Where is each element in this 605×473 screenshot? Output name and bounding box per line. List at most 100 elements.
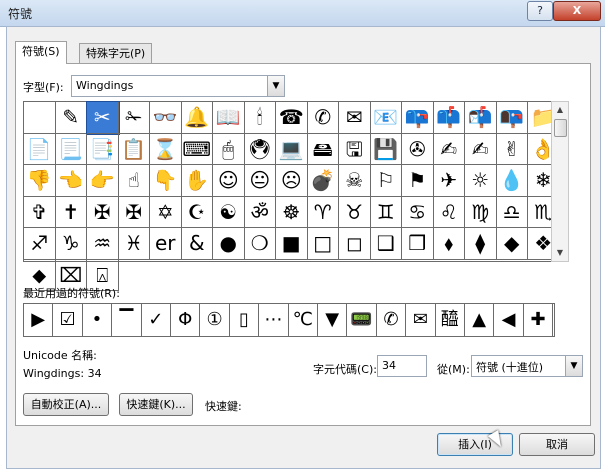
symbol-cell[interactable]: ☺ (213, 165, 245, 197)
symbol-cell[interactable]: ✍ (433, 133, 465, 165)
recent-symbol-cell[interactable]: ◀ (494, 304, 524, 336)
symbol-cell[interactable]: ◻ (339, 228, 371, 260)
symbol-cell[interactable]: 📑 (87, 133, 119, 165)
symbol-cell[interactable]: 👈 (55, 165, 87, 197)
symbol-cell[interactable]: ✍ (465, 133, 497, 165)
symbol-cell[interactable]: 👓 (150, 102, 182, 134)
symbol-cell[interactable]: ☪ (181, 196, 213, 228)
symbol-cell[interactable]: 📧 (370, 102, 402, 134)
symbol-cell[interactable]: 📪 (402, 102, 434, 134)
symbol-cell[interactable]: □ (307, 228, 339, 260)
symbol-cell[interactable]: ⌨ (181, 133, 213, 165)
chevron-down-icon[interactable]: ▼ (267, 76, 284, 96)
recent-symbol-cell[interactable]: ℃ (289, 304, 318, 336)
symbol-cell[interactable]: 😐 (244, 165, 276, 197)
symbol-cell[interactable]: 📄 (24, 133, 56, 165)
symbol-cell[interactable]: er (150, 228, 182, 260)
symbol-cell[interactable]: ✋ (181, 165, 213, 197)
symbol-cell[interactable]: ☝ (118, 165, 150, 197)
symbol-cell[interactable]: 💻 (276, 133, 308, 165)
symbol-cell[interactable]: ✌ (496, 133, 528, 165)
symbol-cell[interactable]: 💾 (370, 133, 402, 165)
recent-symbol-cell[interactable]: ▲ (465, 304, 495, 336)
symbol-cell[interactable]: ✎ (55, 102, 87, 134)
symbol-cell[interactable]: 🖴 (307, 133, 339, 165)
symbol-cell[interactable]: ☸ (276, 196, 308, 228)
help-button[interactable]: ? (527, 1, 553, 21)
symbol-cell[interactable]: 👎 (24, 165, 56, 197)
symbol-cell[interactable]: ♓ (118, 228, 150, 260)
font-select[interactable]: Wingdings ▼ (71, 75, 285, 97)
symbol-cell[interactable]: ⚑ (402, 165, 434, 197)
symbol-cell[interactable]: 📃 (55, 133, 87, 165)
symbol-cell[interactable]: ♌ (433, 196, 465, 228)
recent-symbol-cell[interactable]: ① (200, 304, 230, 336)
recent-symbol-cell[interactable]: Φ (171, 304, 201, 336)
symbol-cell[interactable]: ❑ (370, 228, 402, 260)
symbol-cell[interactable]: 🔔 (181, 102, 213, 134)
recent-symbol-cell[interactable]: ☑ (53, 304, 83, 336)
recent-symbol-cell[interactable]: • (83, 304, 113, 336)
symbol-cell[interactable]: ♊ (370, 196, 402, 228)
symbol-cell[interactable]: ⬧ (433, 228, 465, 260)
recent-symbol-cell[interactable]: ⋯ (259, 304, 289, 336)
symbol-cell[interactable]: ♍ (465, 196, 497, 228)
symbol-cell[interactable]: ✆ (307, 102, 339, 134)
symbol-cell[interactable]: 🖱 (213, 133, 245, 165)
symbol-cell[interactable]: 📫 (433, 102, 465, 134)
symbol-cell[interactable]: ☠ (339, 165, 371, 197)
symbol-cell[interactable]: ✉ (339, 102, 371, 134)
symbol-cell[interactable] (24, 102, 56, 134)
symbol-cell[interactable]: & (181, 228, 213, 260)
symbol-cell[interactable]: ● (213, 228, 245, 260)
recent-symbol-cell[interactable]: ✚ (524, 304, 554, 336)
symbol-cell[interactable]: ◆ (496, 228, 528, 260)
symbol-cell[interactable]: ♑ (55, 228, 87, 260)
symbol-cell[interactable]: 📭 (496, 102, 528, 134)
symbol-cell[interactable]: 📋 (118, 133, 150, 165)
symbol-cell[interactable]: ॐ (244, 196, 276, 228)
symbol-cell[interactable]: ♐ (24, 228, 56, 260)
recent-symbol-cell[interactable]: 📟 (347, 304, 377, 336)
symbol-cell[interactable]: 📖 (213, 102, 245, 134)
scroll-up-icon[interactable]: ▲ (552, 102, 568, 118)
symbol-cell[interactable]: 👇 (150, 165, 182, 197)
symbol-cell[interactable]: ☯ (213, 196, 245, 228)
symbol-cell[interactable]: ✁ (118, 102, 150, 134)
symbol-cell[interactable]: ✞ (24, 196, 56, 228)
recent-symbol-cell[interactable]: 醯 (436, 304, 465, 336)
tab-special-characters[interactable]: 特殊字元(P) (79, 43, 153, 64)
symbol-cell[interactable]: ♈ (307, 196, 339, 228)
char-code-input[interactable]: 34 (377, 355, 427, 377)
recent-symbol-cell[interactable]: ✓ (142, 304, 171, 336)
symbol-cell[interactable]: ✝ (55, 196, 87, 228)
shortcut-key-button[interactable]: 快速鍵(K)... (119, 393, 193, 416)
autocorrect-button[interactable]: 自動校正(A)... (23, 393, 109, 416)
recent-symbol-cell[interactable]: ▔ (112, 304, 142, 336)
symbol-cell[interactable]: ⌛ (150, 133, 182, 165)
symbol-grid-scrollbar[interactable]: ▲ ▼ (551, 101, 569, 262)
symbol-cell[interactable]: ☹ (276, 165, 308, 197)
symbol-cell[interactable]: 💣 (307, 165, 339, 197)
symbol-cell[interactable]: 🖲 (244, 133, 276, 165)
symbol-cell[interactable]: ✇ (402, 133, 434, 165)
cancel-button[interactable]: 取消 (519, 433, 595, 456)
symbol-cell[interactable]: ♉ (339, 196, 371, 228)
symbol-cell[interactable]: ■ (276, 228, 308, 260)
symbol-cell[interactable]: ✠ (87, 196, 119, 228)
symbol-cell[interactable]: 📬 (465, 102, 497, 134)
symbol-cell[interactable]: ☎ (276, 102, 308, 134)
symbol-cell[interactable]: ⚐ (370, 165, 402, 197)
symbol-cell[interactable]: ✠ (118, 196, 150, 228)
symbol-cell[interactable]: 🖫 (339, 133, 371, 165)
symbol-cell[interactable]: 👉 (87, 165, 119, 197)
from-select[interactable]: 符號 (十進位) ▼ (471, 355, 583, 377)
scroll-down-icon[interactable]: ▼ (552, 245, 568, 261)
symbol-cell[interactable]: ♋ (402, 196, 434, 228)
symbol-cell[interactable]: ✈ (433, 165, 465, 197)
recent-symbol-cell[interactable]: ▯ (230, 304, 260, 336)
symbol-cell[interactable]: ♒ (87, 228, 119, 260)
symbol-cell[interactable]: ❍ (244, 228, 276, 260)
symbol-cell[interactable]: ✡ (150, 196, 182, 228)
symbol-cell[interactable]: ❒ (402, 228, 434, 260)
